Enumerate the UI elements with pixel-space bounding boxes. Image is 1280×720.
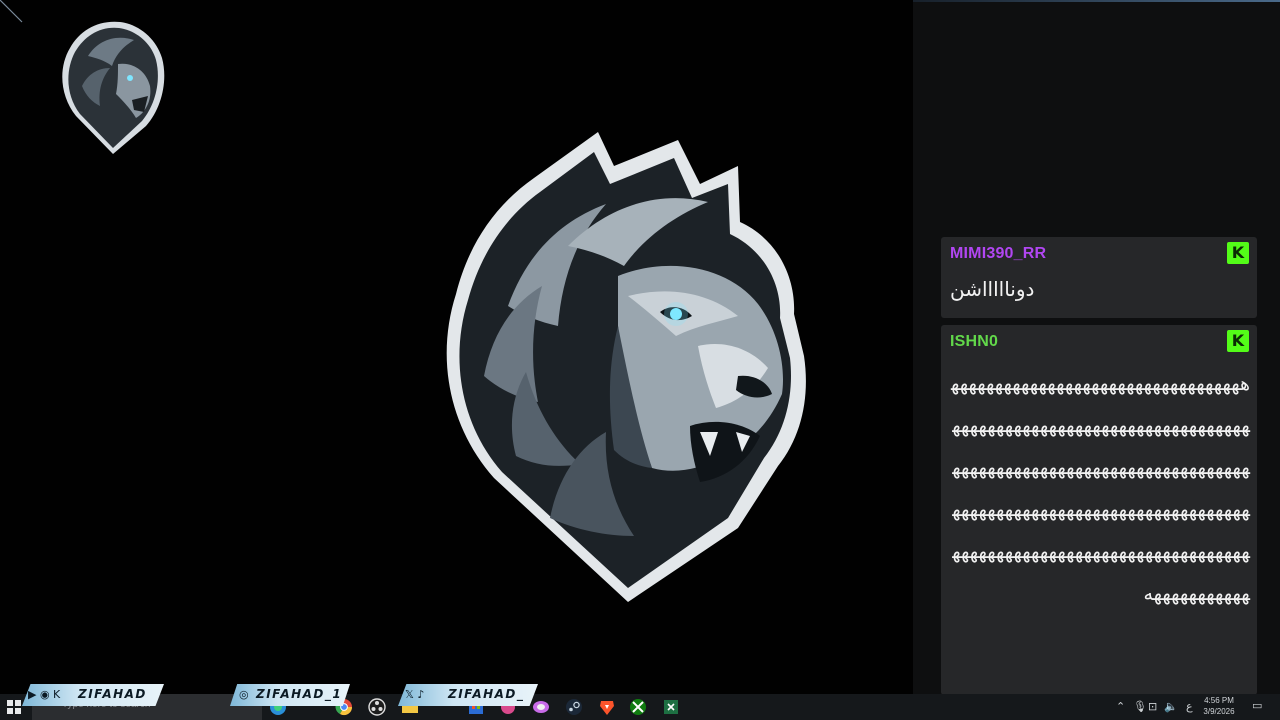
social-banner-instagram: ◎ ZIFAHAD_1	[230, 684, 350, 706]
network-icon[interactable]: ⊡	[1148, 700, 1157, 713]
brave-icon[interactable]	[597, 697, 617, 717]
social-banner-kick-youtube-discord: ▶ ◉ K ZIFAHAD	[22, 684, 164, 706]
steam-icon[interactable]	[564, 697, 584, 717]
xbox-icon[interactable]	[628, 697, 648, 717]
chat-message: ISHN0 K هههههههههههههههههههههههههههههههه…	[941, 325, 1257, 695]
tray-clock[interactable]: 4:56 PM 3/9/2026	[1196, 695, 1242, 717]
corner-line-decoration	[0, 0, 23, 23]
chevron-up-icon[interactable]: ⌃	[1116, 700, 1125, 713]
instagram-icon: ◎	[239, 688, 249, 701]
tray-time: 4:56 PM	[1204, 696, 1234, 705]
social-icons: ▶ ◉ K	[28, 688, 61, 701]
excel-icon[interactable]	[661, 697, 681, 717]
chat-message-text: دوناااااشن	[950, 277, 1035, 301]
lion-logo-icon-large	[446, 132, 806, 602]
chat-panel-top-border	[913, 0, 1280, 2]
x-tiktok-icons: 𝕏 ♪	[405, 688, 425, 701]
kick-badge-icon: K	[1227, 242, 1249, 264]
banner-label: ZIFAHAD	[78, 687, 147, 701]
chat-overlay-panel: MIMI390_RR K دوناااااشن ISHN0 K هههههههه…	[913, 0, 1280, 695]
kick-badge-icon: K	[1227, 330, 1249, 352]
social-banner-x-tiktok: 𝕏 ♪ ZIFAHAD_	[398, 684, 538, 706]
banner-label: ZIFAHAD_1	[256, 687, 343, 701]
chat-message: MIMI390_RR K دوناااااشن	[941, 237, 1257, 318]
tray-date: 3/9/2026	[1203, 707, 1235, 716]
banner-label: ZIFAHAD_	[448, 687, 525, 701]
windows-start-icon[interactable]	[6, 699, 22, 715]
chat-username: MIMI390_RR	[950, 245, 1047, 262]
chat-username: ISHN0	[950, 333, 999, 350]
speaker-icon[interactable]: 🔈	[1164, 700, 1178, 713]
input-language-indicator[interactable]: ع	[1186, 700, 1193, 713]
kick-badge-letter: K	[1231, 331, 1245, 350]
notification-icon[interactable]: ▭	[1252, 699, 1262, 712]
taskbar: Type here to search ⌃ 🎙 ⊡ 🔈 ع 4:56 PM 3/…	[0, 694, 1280, 720]
lion-logo-icon-small[interactable]	[58, 16, 168, 156]
kick-badge-letter: K	[1231, 243, 1245, 262]
microphone-icon[interactable]: 🎙	[1133, 700, 1147, 713]
obs-icon[interactable]	[367, 697, 387, 717]
chat-message-text: هههههههههههههههههههههههههههههههههههههههه…	[950, 373, 1252, 605]
